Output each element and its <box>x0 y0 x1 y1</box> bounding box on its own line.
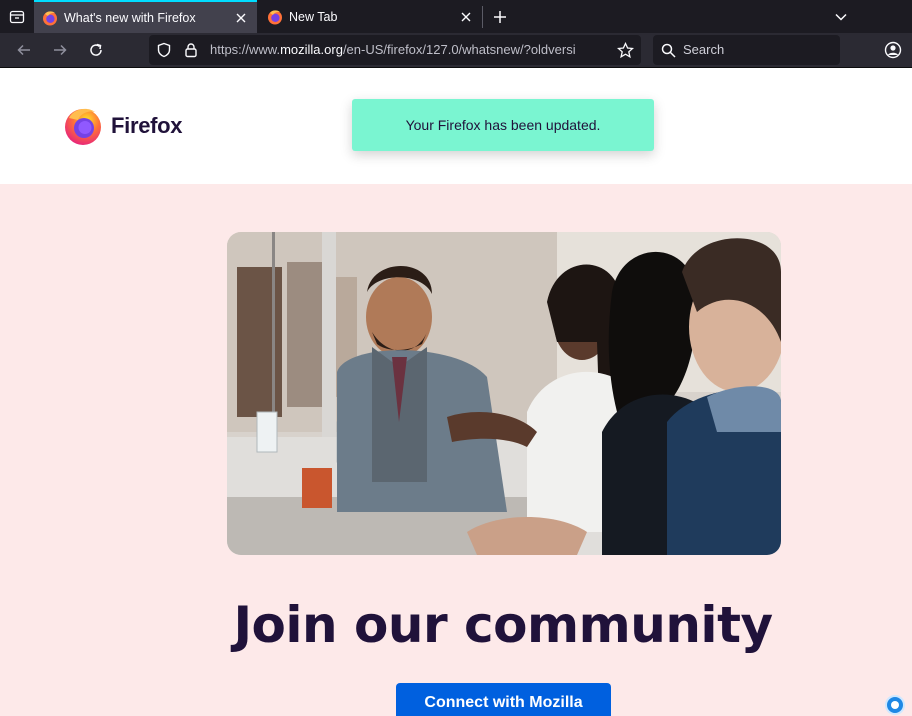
logo-wordmark: Firefox <box>111 113 183 138</box>
firefox-view-button[interactable] <box>6 6 28 28</box>
tab-strip: What's new with Firefox New Tab <box>0 0 912 33</box>
shield-icon[interactable] <box>156 42 172 58</box>
plus-icon <box>494 11 506 23</box>
url-path: /en-US/firefox/127.0/whatsnew/?oldversi <box>342 42 576 57</box>
url-text[interactable]: https://www.mozilla.org/en-US/firefox/12… <box>210 42 610 60</box>
connect-with-mozilla-button[interactable]: Connect with Mozilla <box>396 683 611 716</box>
url-bar[interactable]: https://www.mozilla.org/en-US/firefox/12… <box>149 35 641 65</box>
list-all-tabs-button[interactable] <box>829 5 853 29</box>
firefox-logo-icon <box>65 108 101 145</box>
firefox-view-icon <box>9 10 25 24</box>
new-tab-button[interactable] <box>488 5 512 29</box>
firefox-favicon-icon <box>268 9 282 24</box>
reload-button[interactable] <box>83 37 109 63</box>
firefox-favicon-icon <box>43 10 57 25</box>
tab-whats-new[interactable]: What's new with Firefox <box>34 0 257 33</box>
arrow-right-icon <box>54 44 67 56</box>
navigation-toolbar: https://www.mozilla.org/en-US/firefox/12… <box>0 33 912 68</box>
chat-widget-icon[interactable] <box>885 695 905 715</box>
firefox-logo[interactable]: Firefox <box>63 106 183 146</box>
close-icon <box>236 13 246 22</box>
close-icon <box>461 12 471 21</box>
tab-title: What's new with Firefox <box>64 10 196 25</box>
tab-new-tab[interactable]: New Tab <box>259 0 482 33</box>
update-notification: Your Firefox has been updated. <box>352 99 654 151</box>
url-host: mozilla.org <box>280 42 343 57</box>
account-icon <box>884 41 902 59</box>
page-content: Firefox Your Firefox has been updated. J… <box>0 68 912 716</box>
lock-icon[interactable] <box>183 42 199 58</box>
search-placeholder: Search <box>683 42 725 57</box>
tab-title: New Tab <box>289 9 338 24</box>
chevron-down-icon <box>835 13 847 21</box>
back-button[interactable] <box>11 37 37 63</box>
close-tab-button[interactable] <box>456 7 476 27</box>
search-icon <box>661 43 676 58</box>
page-header: Firefox Your Firefox has been updated. <box>0 68 912 184</box>
community-photo <box>227 232 781 555</box>
account-button[interactable] <box>880 37 906 63</box>
reload-icon <box>90 43 102 56</box>
arrow-left-icon <box>17 44 30 56</box>
star-icon[interactable] <box>617 42 634 59</box>
page-headline: Join our community <box>233 596 773 654</box>
url-prefix: https://www. <box>210 42 281 57</box>
forward-button[interactable] <box>47 37 73 63</box>
tab-separator <box>482 6 483 28</box>
close-tab-button[interactable] <box>231 8 251 28</box>
search-bar[interactable]: Search <box>653 35 840 65</box>
